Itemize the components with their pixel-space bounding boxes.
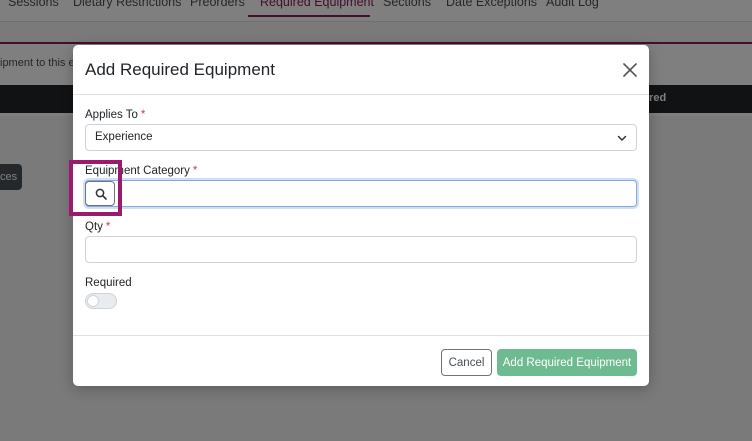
chevron-down-icon bbox=[617, 135, 627, 141]
cancel-button[interactable]: Cancel bbox=[441, 349, 492, 376]
required-label: Required bbox=[85, 277, 132, 289]
applies-to-label-text: Applies To bbox=[85, 109, 138, 121]
annotation-highlight-box bbox=[69, 160, 122, 216]
toggle-knob bbox=[87, 295, 99, 307]
qty-input[interactable] bbox=[85, 236, 637, 263]
required-mark: * bbox=[105, 221, 111, 233]
add-required-equipment-modal: Add Required Equipment Applies To * Exper… bbox=[69, 45, 649, 386]
qty-label-text: Qty bbox=[85, 221, 103, 233]
equipment-category-input[interactable] bbox=[85, 180, 637, 207]
qty-label: Qty * bbox=[85, 221, 110, 233]
applies-to-label: Applies To * bbox=[85, 109, 145, 121]
required-toggle[interactable] bbox=[85, 293, 117, 309]
close-icon bbox=[623, 63, 637, 77]
modal-header: Add Required Equipment bbox=[73, 45, 649, 95]
add-required-equipment-button[interactable]: Add Required Equipment bbox=[497, 349, 637, 376]
close-button[interactable] bbox=[619, 59, 641, 81]
required-mark: * bbox=[140, 109, 146, 121]
modal-footer: Cancel Add Required Equipment bbox=[73, 335, 649, 386]
modal-title: Add Required Equipment bbox=[85, 60, 275, 79]
applies-to-value: Experience bbox=[95, 131, 153, 143]
applies-to-select[interactable]: Experience bbox=[85, 124, 637, 151]
required-mark: * bbox=[192, 165, 198, 177]
